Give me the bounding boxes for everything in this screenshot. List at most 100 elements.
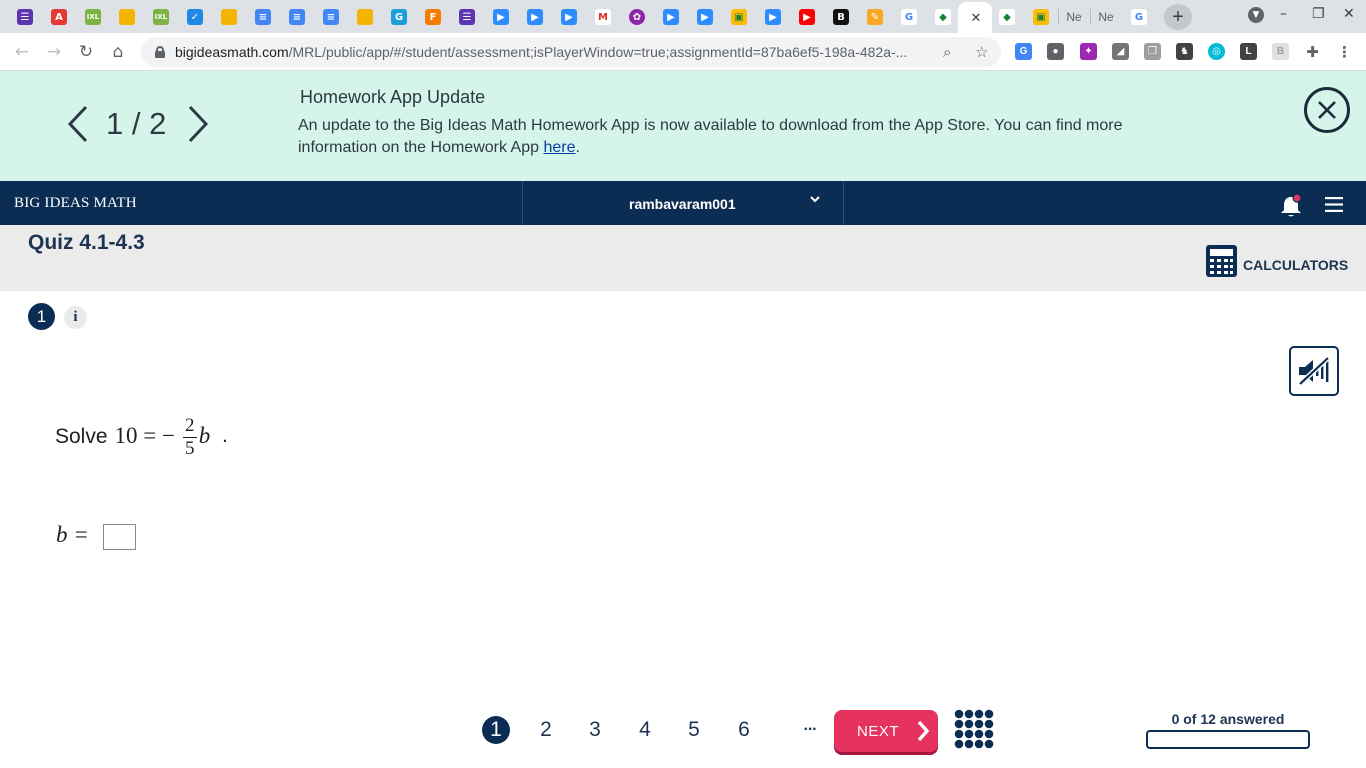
- answer-label: b =: [56, 522, 89, 547]
- question-info-button[interactable]: i: [64, 306, 87, 329]
- tab-zoom-icon[interactable]: ▶: [558, 4, 580, 30]
- calculators-button[interactable]: CALCULATORS: [1206, 244, 1348, 278]
- extension-puzzle-icon[interactable]: ✦: [1080, 43, 1097, 60]
- calculator-icon: [1206, 245, 1237, 277]
- question-nav-4[interactable]: 4: [631, 716, 659, 744]
- tab-new-tab[interactable]: Ne: [1062, 4, 1086, 30]
- tab-pencil-icon[interactable]: ✎: [864, 4, 886, 30]
- app-header: BIG IDEAS MATH rambavaram001: [0, 181, 1366, 225]
- extension-icon[interactable]: ♞: [1176, 43, 1193, 60]
- question-nav-more[interactable]: ···: [796, 716, 824, 744]
- tab-acrobat-icon[interactable]: A: [48, 4, 70, 30]
- tab-pinwheel-icon[interactable]: ✿: [626, 4, 648, 30]
- tab-docs-icon[interactable]: ≡: [320, 4, 342, 30]
- zoom-icon[interactable]: ⌕: [943, 43, 951, 61]
- banner-close-button[interactable]: [1304, 87, 1350, 133]
- extension-icon[interactable]: B: [1272, 43, 1289, 60]
- tab-zoom-icon[interactable]: ▶: [694, 4, 716, 30]
- tab-youtube-icon[interactable]: ▶: [796, 4, 818, 30]
- tab-slides-icon[interactable]: [354, 4, 376, 30]
- extension-icon[interactable]: L: [1240, 43, 1257, 60]
- pager-next-icon[interactable]: [186, 104, 210, 144]
- question-prompt: Solve 10 = − 2 5 b .: [55, 414, 228, 460]
- minimize-icon[interactable]: –: [1280, 6, 1287, 22]
- chevron-down-icon: [810, 196, 820, 203]
- next-button[interactable]: NEXT: [834, 710, 938, 752]
- question-nav-1[interactable]: 1: [482, 716, 510, 744]
- tab-close-icon[interactable]: ✕: [971, 10, 982, 26]
- fraction-denominator: 5: [184, 437, 195, 459]
- tab-classroom-icon[interactable]: ▣: [1030, 4, 1052, 30]
- next-label: NEXT: [857, 722, 900, 740]
- restore-icon[interactable]: ❐: [1312, 6, 1325, 22]
- question-nav-6[interactable]: 6: [730, 716, 758, 744]
- tab-list-icon[interactable]: ☰: [14, 4, 36, 30]
- fraction: 2 5: [182, 415, 197, 459]
- tab-zoom-icon[interactable]: ▶: [660, 4, 682, 30]
- tab-gmail-icon[interactable]: M: [592, 4, 614, 30]
- answer-input[interactable]: [102, 524, 136, 550]
- question-number-badge: 1: [28, 303, 55, 330]
- tab-b-icon[interactable]: B: [830, 4, 852, 30]
- tab-classroom-icon[interactable]: ▣: [728, 4, 750, 30]
- tab-slides-icon[interactable]: [218, 4, 240, 30]
- new-tab-button[interactable]: +: [1164, 4, 1192, 30]
- address-bar[interactable]: bigideasmath.com/MRL/public/app/#/studen…: [141, 37, 1001, 67]
- prompt-word: Solve: [55, 425, 108, 448]
- url-text[interactable]: bigideasmath.com/MRL/public/app/#/studen…: [175, 44, 935, 60]
- question-nav-2[interactable]: 2: [532, 716, 560, 744]
- username: rambavaram001: [629, 196, 736, 212]
- tab-bim-icon[interactable]: ◆: [996, 4, 1018, 30]
- lock-icon[interactable]: [155, 46, 165, 58]
- tab-f-icon[interactable]: F: [422, 4, 444, 30]
- tab-google-icon[interactable]: G: [1128, 4, 1150, 30]
- tab-slides-icon[interactable]: [116, 4, 138, 30]
- tab-google-icon[interactable]: G: [898, 4, 920, 30]
- tab-classroom-icon[interactable]: ✓: [184, 4, 206, 30]
- home-icon[interactable]: ⌂: [107, 41, 129, 63]
- tab-ixl-icon[interactable]: IXL: [82, 4, 104, 30]
- tab-zoom-icon[interactable]: ▶: [490, 4, 512, 30]
- extension-icon[interactable]: ●: [1047, 43, 1064, 60]
- bookmark-star-icon[interactable]: ☆: [975, 43, 988, 61]
- tab-docs-icon[interactable]: ≡: [286, 4, 308, 30]
- user-menu[interactable]: rambavaram001: [522, 181, 844, 225]
- banner-here-link[interactable]: here: [543, 139, 575, 156]
- menu-kebab-icon[interactable]: ⋮: [1336, 43, 1353, 61]
- tab-active[interactable]: ✕: [958, 2, 992, 33]
- pager-prev-icon[interactable]: [66, 104, 90, 144]
- notification-bell-icon[interactable]: [1279, 193, 1303, 219]
- tab-docs-icon[interactable]: ≡: [252, 4, 274, 30]
- reload-icon[interactable]: ↻: [75, 41, 97, 63]
- hamburger-menu-icon[interactable]: [1325, 197, 1343, 212]
- question-grid-icon[interactable]: [954, 709, 994, 749]
- progress-label: 0 of 12 answered: [1171, 711, 1285, 727]
- tab-search-icon[interactable]: ▼: [1248, 7, 1264, 23]
- question-nav-3[interactable]: 3: [581, 716, 609, 744]
- question-nav-5[interactable]: 5: [680, 716, 708, 744]
- browser-toolbar: ← → ↻ ⌂ bigideasmath.com/MRL/public/app/…: [0, 33, 1366, 71]
- extension-icon[interactable]: ❐: [1144, 43, 1161, 60]
- tab-bim-icon[interactable]: ◆: [932, 4, 954, 30]
- quiz-title: Quiz 4.1-4.3: [28, 231, 145, 254]
- tab-new-tab[interactable]: Ne: [1094, 4, 1118, 30]
- forward-icon[interactable]: →: [43, 41, 65, 63]
- equation-period: .: [221, 424, 228, 448]
- tab-zoom-icon[interactable]: ▶: [762, 4, 784, 30]
- brand-logo[interactable]: BIG IDEAS MATH: [14, 195, 137, 212]
- translate-extension-icon[interactable]: G: [1015, 43, 1032, 60]
- close-icon: [1318, 101, 1336, 119]
- close-window-icon[interactable]: ✕: [1343, 6, 1355, 22]
- tab-ixl-icon[interactable]: IXL: [150, 4, 172, 30]
- back-icon[interactable]: ←: [11, 41, 33, 63]
- tab-g-icon[interactable]: G: [388, 4, 410, 30]
- extension-icon[interactable]: ◎: [1208, 43, 1225, 60]
- extension-icon[interactable]: ◢: [1112, 43, 1129, 60]
- banner-pager-count: 1 / 2: [106, 106, 167, 141]
- equation-left: 10 = −: [114, 422, 175, 448]
- calculators-label: CALCULATORS: [1243, 257, 1349, 273]
- audio-muted-button[interactable]: [1289, 346, 1339, 396]
- tab-list-icon[interactable]: ☰: [456, 4, 478, 30]
- extensions-puzzle-icon[interactable]: ✚: [1304, 43, 1321, 61]
- tab-zoom-icon[interactable]: ▶: [524, 4, 546, 30]
